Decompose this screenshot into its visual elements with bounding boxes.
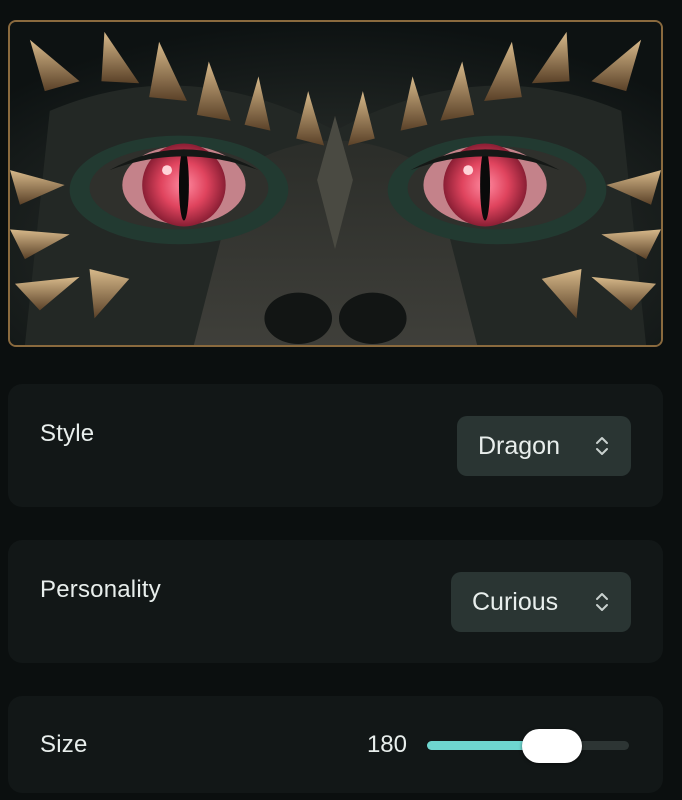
dragon-eyes-preview bbox=[8, 20, 663, 347]
size-setting-card: Size 180 bbox=[8, 696, 663, 793]
personality-label: Personality bbox=[40, 576, 161, 603]
style-select-value: Dragon bbox=[478, 431, 560, 460]
slider-thumb[interactable] bbox=[522, 729, 583, 763]
style-label: Style bbox=[40, 420, 95, 447]
size-label: Size bbox=[40, 731, 88, 758]
personality-select[interactable]: Curious bbox=[451, 572, 631, 632]
personality-setting-card: Personality Curious bbox=[8, 540, 663, 663]
style-select[interactable]: Dragon bbox=[457, 416, 631, 476]
personality-select-value: Curious bbox=[472, 587, 559, 616]
size-slider[interactable] bbox=[427, 729, 629, 763]
chevron-up-down-icon bbox=[596, 437, 608, 455]
style-setting-card: Style Dragon bbox=[8, 384, 663, 507]
dragon-eyes-illustration bbox=[10, 22, 661, 345]
chevron-up-down-icon bbox=[596, 593, 608, 611]
size-value: 180 bbox=[366, 731, 407, 758]
